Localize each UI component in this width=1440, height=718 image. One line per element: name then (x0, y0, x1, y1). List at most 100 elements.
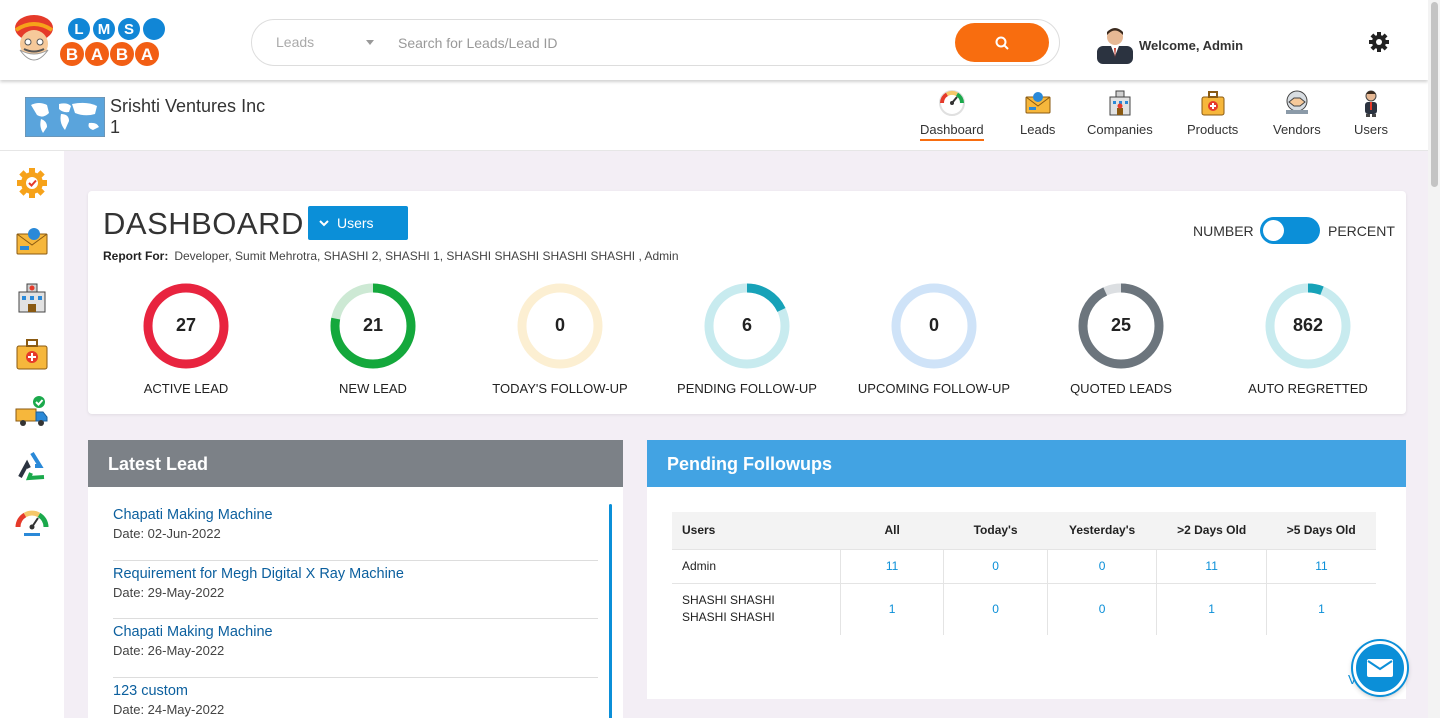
stat-label: PENDING FOLLOW-UP (677, 381, 817, 396)
lead-list: Chapati Making Machine Date: 02-Jun-2022… (113, 502, 598, 718)
stat-label: QUOTED LEADS (1070, 381, 1172, 396)
nav-label: Vendors (1273, 122, 1321, 137)
nav-vendors[interactable]: Vendors (1273, 88, 1321, 139)
count-link[interactable]: 0 (1047, 548, 1158, 583)
dashboard-card: DASHBOARD Users Report For: Developer, Su… (88, 191, 1406, 414)
search-input[interactable] (398, 32, 938, 54)
users-button-label: Users (337, 215, 374, 231)
table-row: SHASHI SHASHI SHASHI SHASHI 1 0 0 1 1 (672, 582, 1376, 635)
lead-title-link[interactable]: 123 custom (113, 683, 598, 699)
scrollbar-thumb[interactable] (1431, 2, 1438, 187)
stat-label: NEW LEAD (339, 381, 407, 396)
lead-date: Date: 02-Jun-2022 (113, 526, 221, 541)
column-header: Users (672, 512, 841, 549)
search-category-select[interactable]: Leads (276, 34, 314, 50)
sidebar (0, 151, 64, 718)
lead-list-scrollbar[interactable] (609, 504, 612, 718)
company-name: Srishti Ventures Inc 1 (110, 96, 266, 137)
speedometer-icon[interactable] (14, 505, 50, 541)
top-header: L M S B A B A Leads Welcome, (0, 0, 1428, 80)
count-link[interactable]: 11 (1266, 548, 1376, 583)
handshake-icon (1285, 90, 1308, 114)
vendor-truck-icon[interactable] (14, 393, 50, 429)
pending-followups-panel: Pending Followups Users All Today's Yest… (647, 440, 1406, 699)
pending-followups-table: Users All Today's Yesterday's >2 Days Ol… (672, 512, 1376, 635)
nav-users[interactable]: Users (1354, 88, 1388, 139)
users-filter-button[interactable]: Users (308, 206, 408, 240)
column-header: >5 Days Old (1266, 512, 1376, 549)
report-for: Report For: Developer, Sumit Mehrotra, SH… (103, 249, 679, 263)
stat-value: 0 (554, 315, 565, 335)
list-item: Requirement for Megh Digital X Ray Machi… (113, 561, 598, 619)
toggle-label-number: NUMBER (1193, 223, 1254, 239)
pending-followups-title: Pending Followups (647, 440, 1406, 487)
page-scrollbar[interactable] (1428, 0, 1440, 718)
gear-icon[interactable] (1368, 31, 1390, 53)
lead-title-link[interactable]: Chapati Making Machine (113, 507, 598, 523)
medical-bag-icon (1201, 91, 1225, 116)
nav-products[interactable]: Products (1187, 88, 1238, 139)
stat-value: 6 (741, 315, 752, 335)
svg-text:B: B (116, 45, 128, 64)
toggle-label-percent: PERCENT (1328, 223, 1395, 239)
leads-envelope-icon[interactable] (14, 223, 50, 259)
stat-value: 0 (928, 315, 939, 335)
search-button[interactable] (955, 23, 1049, 62)
lead-title-link[interactable]: Chapati Making Machine (113, 624, 598, 640)
nav-label: Products (1187, 122, 1239, 137)
stat-label: TODAY'S FOLLOW-UP (492, 381, 628, 396)
speedometer-icon (938, 90, 965, 116)
chevron-down-icon[interactable] (366, 40, 374, 45)
avatar[interactable] (1097, 24, 1133, 64)
stat-today-s-follow-up[interactable]: 0 TODAY'S FOLLOW-UP (470, 281, 650, 396)
medical-bag-icon[interactable] (14, 336, 50, 372)
count-link[interactable]: 0 (943, 582, 1048, 635)
count-link[interactable]: 11 (840, 548, 945, 583)
count-link[interactable]: 1 (840, 582, 945, 635)
stat-label: ACTIVE LEAD (143, 381, 229, 396)
column-header: >2 Days Old (1156, 512, 1267, 549)
svg-text:S: S (124, 21, 134, 38)
chevron-down-icon (319, 219, 329, 226)
number-percent-toggle[interactable] (1260, 217, 1320, 244)
list-item: 123 custom Date: 24-May-2022 (113, 678, 598, 718)
stat-upcoming-follow-up[interactable]: 0 UPCOMING FOLLOW-UP (844, 281, 1024, 396)
logo-l: L (74, 21, 83, 38)
building-icon[interactable] (14, 280, 50, 316)
count-link[interactable]: 11 (1156, 548, 1267, 583)
report-label: Report For: (103, 249, 169, 263)
svg-text:B: B (66, 45, 78, 64)
stat-value: 25 (1110, 315, 1132, 335)
lead-title-link[interactable]: Requirement for Megh Digital X Ray Machi… (113, 566, 598, 582)
stat-pending-follow-up[interactable]: 6 PENDING FOLLOW-UP (657, 281, 837, 396)
column-header: Yesterday's (1047, 512, 1157, 549)
lead-date: Date: 26-May-2022 (113, 643, 225, 658)
welcome-text: Welcome, Admin (1139, 38, 1244, 53)
lms-baba-logo[interactable]: L M S B A B A (12, 12, 177, 70)
stat-value: 21 (362, 315, 384, 335)
stat-quoted-leads[interactable]: 25 QUOTED LEADS (1031, 281, 1211, 396)
stat-auto-regretted[interactable]: 862 AUTO REGRETTED (1218, 281, 1398, 396)
stat-value: 27 (175, 315, 197, 335)
nav-label: Users (1354, 122, 1388, 137)
nav-companies[interactable]: Companies (1087, 88, 1153, 139)
nav-leads[interactable]: Leads (1020, 88, 1055, 139)
stat-new-lead[interactable]: 21 NEW LEAD (283, 281, 463, 396)
chat-button[interactable] (1353, 641, 1407, 695)
stat-label: UPCOMING FOLLOW-UP (857, 381, 1011, 396)
nav-dashboard[interactable]: Dashboard (920, 88, 984, 141)
nav-label: Dashboard (920, 122, 984, 141)
stat-active-lead[interactable]: 27 ACTIVE LEAD (96, 281, 276, 396)
latest-lead-panel: Latest Lead Chapati Making Machine Date:… (88, 440, 623, 718)
nav-label: Companies (1087, 122, 1153, 137)
recycle-icon[interactable] (14, 449, 50, 485)
settings-gear-icon[interactable] (14, 165, 50, 201)
svg-text:A: A (141, 45, 153, 64)
count-link[interactable]: 1 (1266, 582, 1376, 635)
stat-value: 862 (1292, 315, 1324, 335)
count-link[interactable]: 1 (1156, 582, 1267, 635)
count-link[interactable]: 0 (943, 548, 1048, 583)
count-link[interactable]: 0 (1047, 582, 1158, 635)
user-cell: SHASHI SHASHI SHASHI SHASHI (672, 582, 841, 635)
leads-envelope-icon (1025, 92, 1051, 114)
